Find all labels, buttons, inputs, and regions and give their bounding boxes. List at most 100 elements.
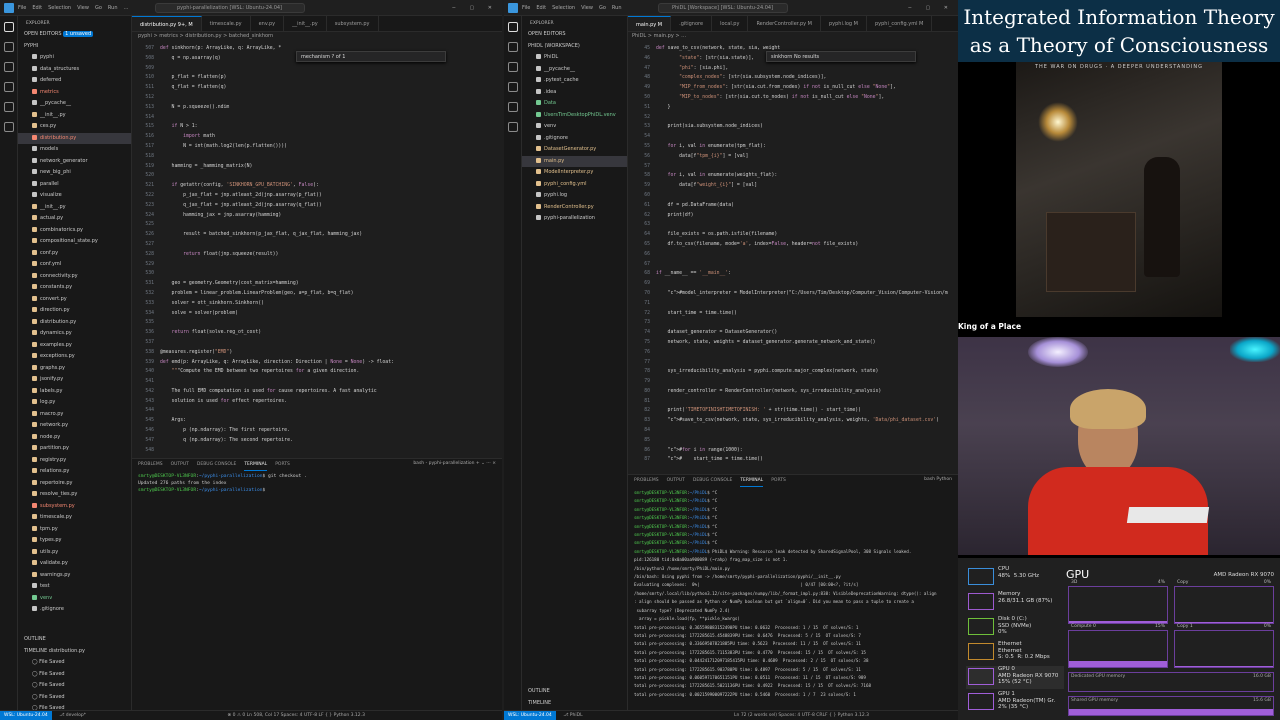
left-breadcrumb[interactable]: pyphi > metrics > distribution.py > batc… <box>138 33 502 43</box>
terminal-actions[interactable]: bash Python <box>924 477 952 482</box>
panel-tab-terminal[interactable]: TERMINAL <box>740 475 764 487</box>
outline-section[interactable]: OUTLINE <box>18 634 131 646</box>
file-tree-item[interactable]: graphs.py <box>18 363 131 375</box>
panel-tab-output[interactable]: OUTPUT <box>667 475 685 487</box>
remote-explorer-icon[interactable] <box>508 122 518 132</box>
timeline-section[interactable]: TIMELINE distribution.py <box>18 646 131 658</box>
panel-tab-terminal[interactable]: TERMINAL <box>244 459 268 471</box>
code-text[interactable]: def sinkhorn(p: ArrayLike, q: ArrayLike,… <box>160 44 502 446</box>
file-tree-item[interactable]: jsonify.py <box>18 374 131 386</box>
outline-section[interactable]: OUTLINE <box>522 686 627 698</box>
menu-selection[interactable]: Selection <box>48 5 71 11</box>
timeline-item[interactable]: ◯ File Saved <box>18 692 131 704</box>
file-tree-item[interactable]: timescale.py <box>18 512 131 524</box>
file-tree-item[interactable]: partition.py <box>18 443 131 455</box>
task-manager-item[interactable]: CPU 48% 5.30 GHz <box>966 566 1064 589</box>
file-tree-item[interactable]: resolve_ties.py <box>18 489 131 501</box>
file-tree-item[interactable]: RenderController.py <box>522 202 627 214</box>
run-debug-icon[interactable] <box>508 82 518 92</box>
file-tree-item[interactable]: actual.py <box>18 213 131 225</box>
file-tree-item[interactable]: combinatorics.py <box>18 225 131 237</box>
panel-tab-problems[interactable]: PROBLEMS <box>138 459 163 471</box>
window-controls[interactable]: − ▢ ✕ <box>908 5 954 11</box>
file-tree-item[interactable]: metrics <box>18 87 131 99</box>
file-tree-item[interactable]: pyphi.log <box>522 190 627 202</box>
file-tree-item[interactable]: parallel <box>18 179 131 191</box>
file-tree-item[interactable]: network_generator <box>18 156 131 168</box>
open-editors-section[interactable]: OPEN EDITORS 1 unsaved <box>18 29 131 41</box>
command-center-search[interactable]: PhiDL [Workspace] [WSL: Ubuntu-24.04] <box>657 2 788 13</box>
source-control-icon[interactable] <box>508 62 518 72</box>
file-tree-item[interactable]: visualize <box>18 190 131 202</box>
panel-tab-problems[interactable]: PROBLEMS <box>634 475 659 487</box>
explorer-icon[interactable] <box>508 22 518 32</box>
search-icon[interactable] <box>4 42 14 52</box>
file-tree-item[interactable]: new_big_phi <box>18 167 131 179</box>
file-tree-item[interactable]: ModelInterpreter.py <box>522 167 627 179</box>
panel-tab-ports[interactable]: PORTS <box>771 475 786 487</box>
file-tree-item[interactable]: types.py <box>18 535 131 547</box>
file-tree-item[interactable]: utils.py <box>18 547 131 559</box>
file-tree-item[interactable]: main.py <box>522 155 627 167</box>
terminal-output[interactable]: smrty@DESKTOP-VL3NFOR:~/pyphi-paralleliz… <box>132 471 502 496</box>
file-tree-item[interactable]: DatasetGenerator.py <box>522 144 627 156</box>
file-tree-item[interactable]: constants.py <box>18 282 131 294</box>
menu-edit[interactable]: Edit <box>32 5 42 11</box>
file-tree-item[interactable]: connectivity.py <box>18 271 131 283</box>
editor-tab[interactable]: RenderController.py M <box>748 16 821 31</box>
editor-tab[interactable]: main.py M <box>628 16 672 31</box>
file-tree-item[interactable]: ces.py <box>18 121 131 133</box>
file-tree-item[interactable]: network.py <box>18 420 131 432</box>
file-tree-item[interactable]: models <box>18 144 131 156</box>
file-tree-item[interactable]: warnings.py <box>18 570 131 582</box>
middle-code-editor[interactable]: 45 46 47 48 49 50 51 52 53 54 55 56 57 5… <box>628 44 958 468</box>
editor-tab[interactable]: distribution.py 9+, M <box>132 16 202 31</box>
editor-tab[interactable]: __init__.py <box>284 16 327 31</box>
file-tree-item[interactable]: pyphi_config.yml <box>522 179 627 191</box>
editor-tab[interactable]: subsystem.py <box>327 16 379 31</box>
remote-explorer-icon[interactable] <box>4 122 14 132</box>
file-tree-item[interactable]: pyphi-parallelization <box>522 213 627 225</box>
file-tree-item[interactable]: macro.py <box>18 409 131 421</box>
workspace-root[interactable]: PHIDL (WORKSPACE) <box>522 41 627 53</box>
editor-status[interactable]: Ln 72 (2 words sel) Spaces: 4 UTF-8 CRLF… <box>734 713 869 718</box>
left-code-editor[interactable]: 507 508 509 510 511 512 513 514 515 516 … <box>132 44 502 454</box>
file-tree-item[interactable]: convert.py <box>18 294 131 306</box>
file-tree-item[interactable]: __pycache__ <box>522 64 627 76</box>
middle-breadcrumb[interactable]: PhiDL > main.py > … <box>632 33 958 43</box>
task-manager-item[interactable]: Disk 0 (C:) SSD (NVMe) 0% <box>966 616 1064 639</box>
file-tree-item[interactable]: examples.py <box>18 340 131 352</box>
run-debug-icon[interactable] <box>4 82 14 92</box>
file-tree-item[interactable]: .gitignore <box>522 133 627 145</box>
menu-go[interactable]: Go <box>95 5 102 11</box>
menu-edit[interactable]: Edit <box>536 5 546 11</box>
task-manager-item[interactable]: Memory 26.8/31.1 GB (87%) <box>966 591 1064 614</box>
file-tree-item[interactable]: repertoire.py <box>18 478 131 490</box>
panel-tab-output[interactable]: OUTPUT <box>171 459 189 471</box>
open-editors-section[interactable]: OPEN EDITORS <box>522 29 627 41</box>
menu-selection[interactable]: Selection <box>552 5 575 11</box>
menu-run[interactable]: Run <box>612 5 622 11</box>
task-manager-item[interactable]: Ethernet Ethernet S: 0.5 R: 0.2 Mbps <box>966 641 1064 664</box>
menu-more[interactable]: … <box>124 5 129 11</box>
menu-run[interactable]: Run <box>108 5 118 11</box>
panel-tab-ports[interactable]: PORTS <box>275 459 290 471</box>
file-tree-item[interactable]: PhiDL <box>522 52 627 64</box>
file-tree-item[interactable]: __init__.py <box>18 202 131 214</box>
branch-indicator[interactable]: ⎇ develop* <box>59 713 86 718</box>
file-tree-item[interactable]: validate.py <box>18 558 131 570</box>
remote-indicator[interactable]: WSL: Ubuntu-24.04 <box>504 711 556 720</box>
source-control-icon[interactable] <box>4 62 14 72</box>
file-tree-item[interactable]: exceptions.py <box>18 351 131 363</box>
file-tree-item[interactable]: dynamics.py <box>18 328 131 340</box>
workspace-root[interactable]: PYPHI <box>18 41 131 53</box>
editor-tab[interactable]: env.py <box>251 16 285 31</box>
file-tree-item[interactable]: test <box>18 581 131 593</box>
editor-tab[interactable]: pyphi_config.yml M <box>867 16 933 31</box>
timeline-section[interactable]: TIMELINE <box>522 698 627 710</box>
file-tree-item[interactable]: conf.yml <box>18 259 131 271</box>
explorer-icon[interactable] <box>4 22 14 32</box>
editor-status[interactable]: ⊗ 0 ⚠ 0 Ln 508, Col 17 Spaces: 4 UTF-8 L… <box>227 713 365 718</box>
panel-tab-debug-console[interactable]: DEBUG CONSOLE <box>693 475 732 487</box>
editor-tab[interactable]: pyphi.log M <box>821 16 867 31</box>
